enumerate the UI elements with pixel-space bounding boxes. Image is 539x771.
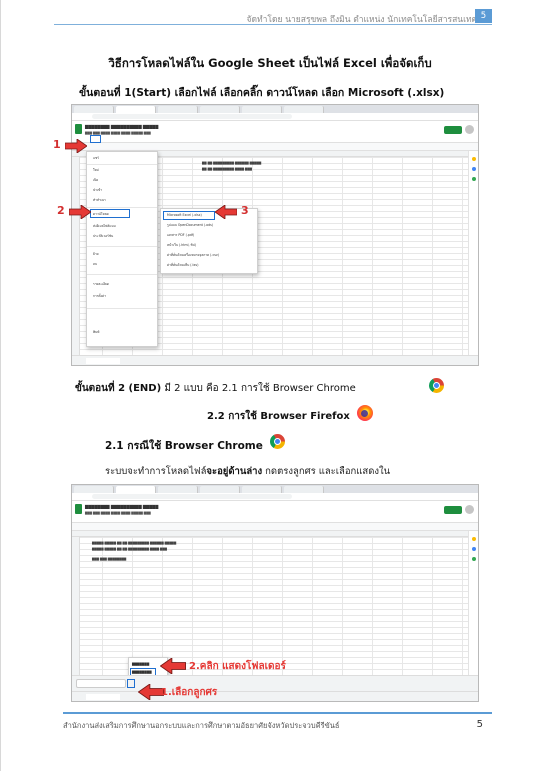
sheets-icon	[75, 504, 82, 514]
callout-number-2: 2	[57, 204, 65, 217]
browser-urlbar	[72, 113, 478, 121]
file-menu-item[interactable]: รายละเอียด	[93, 282, 109, 287]
firefox-icon	[357, 405, 373, 421]
callout-arrow-right-icon	[65, 139, 87, 153]
section-2-1-description: ระบบจะทำการโหลดไฟล์จะอยู่ด้านล่าง กดตรงล…	[105, 466, 391, 477]
download-item[interactable]	[76, 679, 126, 688]
file-menu-item[interactable]: เปิด	[93, 178, 98, 183]
page-title: วิธีการโหลดไฟล์ใน Google Sheet เป็นไฟล์ …	[108, 56, 432, 70]
option-2-2: 2.2 การใช้ Browser Firefox	[207, 411, 350, 422]
footer-rule	[63, 712, 492, 714]
file-menu-item[interactable]: ลบ	[93, 262, 97, 267]
file-menu-item[interactable]: ส่งอีเมลไฟล์แนบ	[93, 224, 116, 229]
download-arrow-highlight	[127, 679, 135, 688]
download-format-item[interactable]: รูปแบบ OpenDocument (.ods)	[167, 223, 213, 228]
file-menu-item[interactable]: แชร์	[93, 156, 99, 161]
file-menu-item[interactable]: ประวัติเวอร์ชัน	[93, 234, 113, 239]
file-menu-item[interactable]: ทำสำเนา	[93, 198, 106, 203]
download-format-item[interactable]: ค่าที่คั่นด้วยเครื่องหมายจุลภาค (.csv)	[167, 253, 219, 258]
step1-heading: ขั้นตอนที่ 1(Start) เลือกไฟล์ เลือกคลิ๊ก…	[79, 84, 444, 101]
download-format-item[interactable]: หน้าเว็บ (.html, ซิป)	[167, 243, 196, 248]
file-menu-item[interactable]: ใหม่	[93, 168, 99, 173]
file-menu-trigger-highlight	[90, 135, 101, 143]
document-page: จัดทำโดย นายสรุขพล ถึงมิน ตำแหน่ง นักเทค…	[0, 0, 539, 771]
chrome-download-bar	[72, 675, 478, 691]
sheets-toolbar	[72, 143, 478, 151]
footer-text: สำนักงานส่งเสริมการศึกษานอกระบบและการศึก…	[63, 721, 340, 730]
step2-heading: ขั้นตอนที่ 2 (END) มี 2 แบบ คือ 2.1 การใ…	[75, 381, 356, 396]
download-submenu[interactable]: Microsoft Excel (.xlsx) รูปแบบ OpenDocum…	[160, 208, 258, 274]
step1-text: 1(Start) เลือกไฟล์ เลือกคลิ๊ก ดาวน์โหลด …	[124, 87, 445, 99]
browser-tabbar	[72, 105, 478, 113]
file-menu-item[interactable]: ย้าย	[93, 252, 99, 257]
step2-lead: ขั้นตอนที่ 2 (END)	[75, 383, 162, 394]
footer-page-number: 5	[476, 719, 483, 730]
chrome-icon	[270, 434, 285, 449]
sheet-grid	[72, 537, 468, 675]
step2-text: มี 2 แบบ คือ 2.1 การใช้ Browser Chrome	[161, 383, 356, 394]
callout-number-3: 3	[241, 204, 249, 217]
chrome-icon	[429, 378, 444, 393]
callout-select-arrow: 1.เลือกลูกศร	[161, 687, 218, 698]
avatar	[465, 125, 474, 134]
file-menu-item[interactable]: นำเข้า	[93, 188, 102, 193]
sheets-docbar: ▇▇▇▇▇▇▇▇ ▇▇▇▇▇▇▇▇▇▇ ▇▇▇▇▇ ▇▇▇ ▇▇▇ ▇▇▇▇ ▇…	[72, 121, 478, 143]
callout-arrow-left-icon	[215, 205, 237, 219]
avatar	[465, 505, 474, 514]
step1-lead: ขั้นตอนที่	[79, 87, 125, 99]
share-button[interactable]	[444, 506, 462, 514]
callout-show-folder: 2.คลิก แสดงโฟลเดอร์	[189, 661, 286, 672]
download-format-item[interactable]: ค่าที่คั่นด้วยแท็บ (.tsv)	[167, 263, 199, 268]
share-button[interactable]	[444, 126, 462, 134]
callout-arrow-right-icon	[69, 205, 91, 219]
file-menu[interactable]: แชร์ ใหม่ เปิด นำเข้า ทำสำเนา ดาวน์โหลด …	[86, 151, 158, 347]
callout-arrow-left-icon	[160, 658, 186, 674]
xlsx-highlight	[163, 211, 215, 220]
side-panel	[468, 151, 478, 355]
sheet-tabs	[72, 355, 478, 365]
callout-number-1: 1	[53, 138, 61, 151]
file-menu-item[interactable]: พิมพ์	[93, 330, 99, 335]
sheets-icon	[75, 124, 82, 134]
download-item-highlight	[90, 209, 130, 218]
screenshot-file-menu: ▇▇▇▇▇▇▇▇ ▇▇▇▇▇▇▇▇▇▇ ▇▇▇▇▇ ▇▇▇ ▇▇▇ ▇▇▇▇ ▇…	[71, 104, 479, 366]
header-page-badge: 5	[475, 9, 492, 23]
header-rule	[54, 24, 492, 25]
section-2-1-heading: 2.1 กรณีใช้ Browser Chrome	[105, 440, 263, 452]
download-format-item[interactable]: เอกสาร PDF (.pdf)	[167, 233, 194, 238]
file-menu-item[interactable]: การตั้งค่า	[93, 294, 106, 299]
